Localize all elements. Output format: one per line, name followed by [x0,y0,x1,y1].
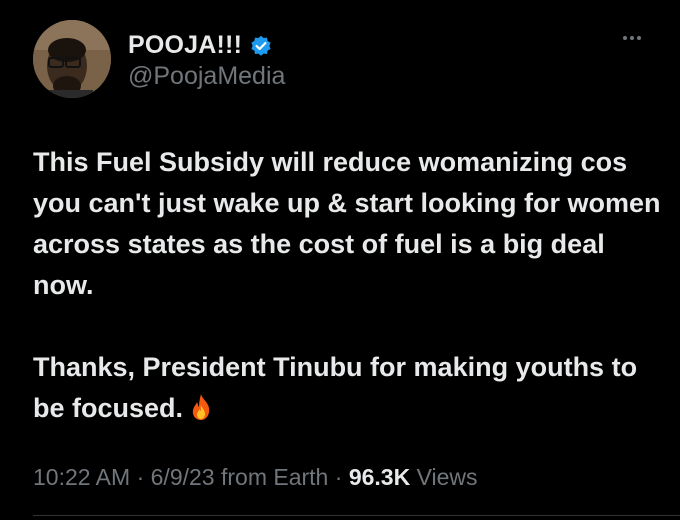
dot [630,36,634,40]
views-count: 96.3K [348,464,411,490]
display-name[interactable]: POOJA!!! [128,31,242,60]
dot [637,36,641,40]
tweet-paragraph-2-text: Thanks, President Tinubu for making yout… [33,352,638,423]
fire-emoji-icon [189,392,213,433]
tweet-card: POOJA!!! @PoojaMedia This Fuel Subsidy w… [0,0,680,520]
views-label: Views [410,464,478,490]
tweet-source: from Earth [214,464,329,490]
tweet-paragraph-1: This Fuel Subsidy will reduce womanizing… [33,147,661,300]
user-handle[interactable]: @PoojaMedia [128,62,285,91]
divider [33,515,680,516]
name-row: POOJA!!! [128,31,272,60]
tweet-text: This Fuel Subsidy will reduce womanizing… [33,142,663,433]
more-dots-icon[interactable] [614,28,650,48]
tweet-time[interactable]: 10:22 AM [33,464,130,490]
avatar[interactable] [33,20,111,98]
meta-separator: · [328,464,349,490]
tweet-meta: 10:22 AM · 6/9/23 from Earth · 96.3K Vie… [33,464,478,491]
tweet-paragraph-2: Thanks, President Tinubu for making yout… [33,347,663,433]
verified-badge-icon [250,35,272,57]
profile-photo [33,20,111,98]
meta-separator: · [130,464,151,490]
tweet-date[interactable]: 6/9/23 [151,464,215,490]
dot [623,36,627,40]
